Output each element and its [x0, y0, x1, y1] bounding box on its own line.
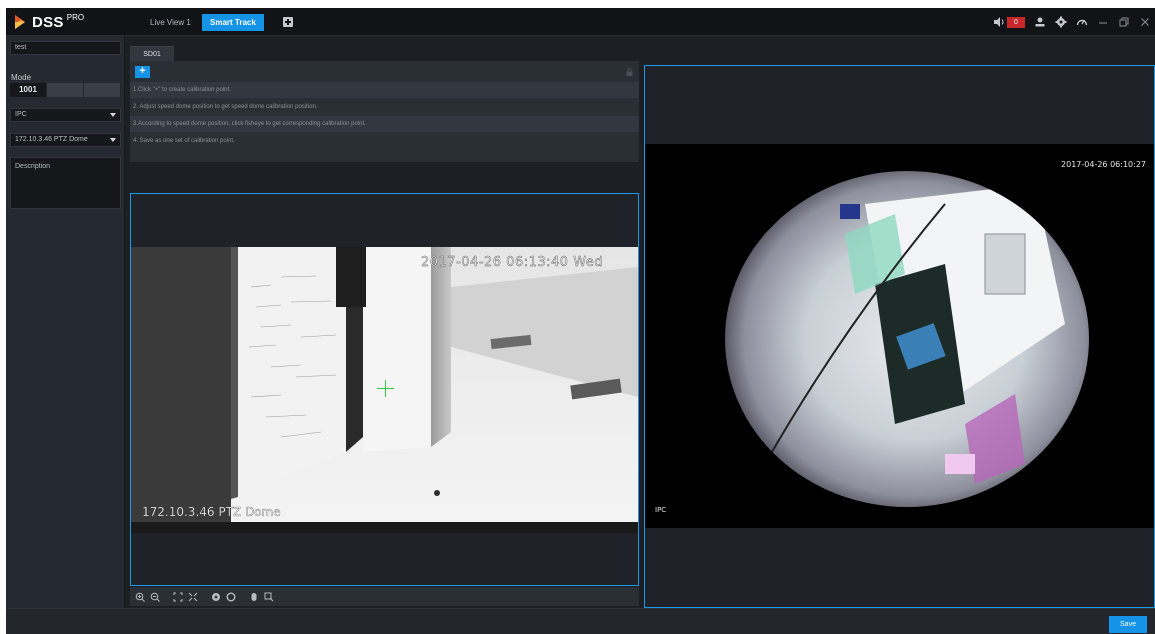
mode-label: Mode [11, 73, 32, 82]
calibration-step-1: 1.Click "+" to create calibration point. [130, 82, 639, 98]
speed-dome-video-pane[interactable]: 2017-04-26 06:13:40 Wed 172.10.3.46 PTZ … [130, 193, 639, 586]
speed-dome-video[interactable]: 2017-04-26 06:13:40 Wed 172.10.3.46 PTZ … [131, 247, 638, 533]
focus-near-icon[interactable] [173, 592, 183, 602]
fisheye-image [725, 171, 1089, 507]
close-icon[interactable] [1139, 16, 1151, 28]
app-logo: DSS PRO [12, 13, 85, 31]
lock-icon[interactable] [626, 68, 633, 76]
zoom-in-icon[interactable] [135, 592, 145, 602]
tab-smart-track[interactable]: Smart Track [202, 14, 264, 31]
calibration-step-4: 4. Save as one set of calibration point. [133, 138, 235, 144]
title-bar: DSS PRO Live View 1 Smart Track 0 [6, 8, 1155, 36]
add-tab-icon[interactable] [283, 17, 293, 27]
add-calibration-button[interactable]: + [135, 66, 150, 78]
app-window: DSS PRO Live View 1 Smart Track 0 test M… [6, 8, 1155, 634]
gauge-icon[interactable] [1076, 16, 1088, 28]
minimize-icon[interactable] [1097, 16, 1109, 28]
iris-close-icon[interactable] [226, 592, 236, 602]
fisheye-video[interactable]: 2017-04-26 06:10:27 IPC [645, 144, 1154, 528]
chevron-down-icon [110, 113, 116, 117]
window-controls: 0 [993, 15, 1151, 29]
mouse-icon[interactable] [249, 592, 259, 602]
tab-sd01[interactable]: SD01 [130, 46, 174, 61]
mode-option-2[interactable] [47, 83, 84, 97]
mode-option-1001[interactable]: 1001 [10, 83, 47, 97]
alarm-indicator[interactable]: 0 [993, 16, 1025, 28]
description-field[interactable]: Description [10, 157, 121, 209]
focus-far-icon[interactable] [188, 592, 198, 602]
zoom-out-icon[interactable] [150, 592, 160, 602]
restore-icon[interactable] [1118, 16, 1130, 28]
calibration-step-2: 2. Adjust speed dome position to get spe… [133, 104, 318, 110]
iris-open-icon[interactable] [211, 592, 221, 602]
fisheye-timestamp: 2017-04-26 06:10:27 [1061, 160, 1146, 169]
channel-select[interactable]: 172.10.3.46 PTZ Dome [10, 133, 121, 147]
calibration-step-3: 3.According to speed dome position, clic… [130, 116, 639, 132]
fisheye-video-pane[interactable]: 2017-04-26 06:10:27 IPC [644, 65, 1155, 608]
crosshair-icon [377, 380, 394, 397]
logo-text: DSS [32, 13, 64, 31]
logo-icon [15, 15, 25, 29]
channel-select-value: 172.10.3.46 PTZ Dome [15, 136, 88, 143]
speaker-icon [994, 17, 1004, 27]
left-panel: test Mode 1001 IPC 172.10.3.46 PTZ Dome … [6, 36, 125, 608]
plan-name-input[interactable]: test [10, 41, 121, 55]
ptz-toolbar [130, 587, 639, 606]
save-button[interactable]: Save [1109, 616, 1147, 633]
fisheye-channel-label: IPC [655, 506, 667, 514]
calibration-steps-panel: + 1.Click "+" to create calibration poin… [130, 61, 639, 162]
speed-dome-timestamp: 2017-04-26 06:13:40 Wed [421, 255, 604, 270]
gear-icon[interactable] [1055, 16, 1067, 28]
logo-superscript: PRO [66, 13, 85, 22]
user-icon[interactable] [1034, 16, 1046, 28]
mode-option-3[interactable] [84, 83, 121, 97]
alarm-count-badge: 0 [1007, 16, 1025, 28]
select-area-icon[interactable] [264, 592, 274, 602]
tab-live-view-1[interactable]: Live View 1 [142, 14, 199, 31]
device-select[interactable]: IPC [10, 108, 121, 122]
speed-dome-channel-label: 172.10.3.46 PTZ Dome [142, 505, 281, 519]
footer-bar: Save [6, 608, 1155, 634]
mode-selector: 1001 [10, 83, 121, 97]
chevron-down-icon [110, 138, 116, 142]
device-select-value: IPC [15, 111, 27, 118]
